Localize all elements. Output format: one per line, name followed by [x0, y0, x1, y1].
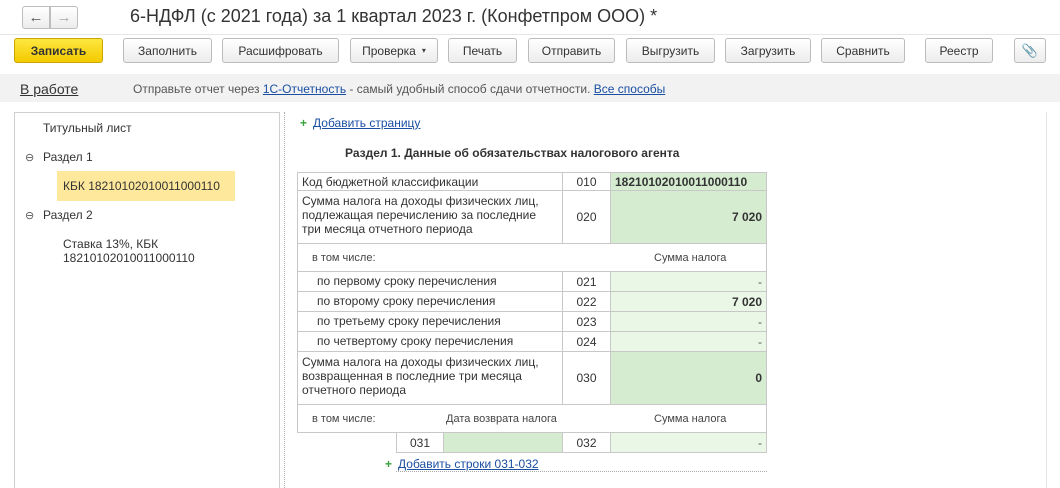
- add-rows-031-032-link[interactable]: Добавить строки 031-032: [398, 457, 539, 471]
- row-code-031: 031: [396, 433, 444, 452]
- row-code: 024: [563, 332, 611, 351]
- row-code: 020: [563, 191, 611, 243]
- term1-field[interactable]: -: [611, 272, 767, 291]
- section-title: Раздел 1. Данные об обязательствах налог…: [345, 146, 680, 160]
- plus-icon: +: [385, 457, 393, 471]
- including-label: в том числе:: [312, 252, 376, 264]
- row-label: по первому сроку перечисления: [297, 272, 563, 291]
- fill-button[interactable]: Заполнить: [123, 38, 212, 63]
- divider: [0, 34, 1060, 35]
- including-header-cell-2: в том числе: Дата возврата налога Сумма …: [297, 405, 767, 432]
- add-page-link[interactable]: Добавить страницу: [313, 116, 420, 130]
- form-row-010: Код бюджетной классификации 010 18210102…: [297, 172, 767, 191]
- compare-button[interactable]: Сравнить: [821, 38, 905, 63]
- title-bar: ← → 6-НДФЛ (с 2021 года) за 1 квартал 20…: [0, 0, 1060, 34]
- registry-button[interactable]: Реестр: [925, 38, 993, 63]
- decode-button[interactable]: Расшифровать: [222, 38, 339, 63]
- forward-arrow-icon[interactable]: →: [50, 6, 78, 29]
- collapse-icon[interactable]: ⊖: [25, 151, 34, 164]
- send-button[interactable]: Отправить: [528, 38, 615, 63]
- row-label: Код бюджетной классификации: [297, 173, 563, 190]
- including-header-cell: в том числе: Сумма налога: [297, 244, 767, 271]
- page-title: 6-НДФЛ (с 2021 года) за 1 квартал 2023 г…: [130, 6, 658, 26]
- status-bar: В работе Отправьте отчет через 1С-Отчетн…: [0, 74, 1060, 102]
- row-code-032: 032: [563, 433, 611, 452]
- status-info: Отправьте отчет через 1С-Отчетность - са…: [133, 82, 665, 96]
- tree-item-section1-kbk-selected[interactable]: КБК 18210102010011000110: [57, 171, 235, 201]
- return-date-field[interactable]: [444, 433, 563, 452]
- collapse-icon[interactable]: ⊖: [25, 209, 34, 222]
- scrollbar-track[interactable]: [1046, 112, 1047, 488]
- row-code: 030: [563, 352, 611, 404]
- back-arrow-icon[interactable]: ←: [22, 6, 50, 29]
- form-row-020: Сумма налога на доходы физических лиц, п…: [297, 191, 767, 244]
- tax-returned-field[interactable]: 0: [611, 352, 767, 404]
- form-row-022: по второму сроку перечисления 022 7 020: [297, 292, 767, 312]
- form-row-021: по первому сроку перечисления 021 -: [297, 272, 767, 292]
- block-divider: [396, 471, 767, 472]
- row-label: по второму сроку перечисления: [297, 292, 563, 311]
- sections-tree: Титульный лист ⊖ Раздел 1 КБК 1821010201…: [14, 112, 280, 488]
- including-header-row: в том числе: Сумма налога: [297, 244, 767, 272]
- including-label-2: в том числе:: [312, 413, 376, 425]
- panel-splitter[interactable]: [284, 112, 287, 488]
- tree-item-section2[interactable]: Раздел 2: [43, 208, 307, 222]
- print-button[interactable]: Печать: [448, 38, 517, 63]
- row-label: Сумма налога на доходы физических лиц, п…: [297, 191, 563, 243]
- add-rows-link-group: + Добавить строки 031-032: [385, 457, 539, 471]
- status-info-middle: - самый удобный способ сдачи отчетности.: [346, 82, 594, 96]
- form-row-030: Сумма налога на доходы физических лиц, в…: [297, 352, 767, 405]
- toolbar: Записать Заполнить Расшифровать Проверка…: [0, 38, 1060, 64]
- export-button[interactable]: Выгрузить: [626, 38, 715, 63]
- add-page-link-group: + Добавить страницу: [300, 116, 420, 130]
- tree-item-section2-rate[interactable]: Ставка 13%, КБК 18210102010011000110: [63, 237, 263, 265]
- status-state-link[interactable]: В работе: [20, 81, 78, 97]
- attach-paperclip-icon[interactable]: 📎: [1014, 38, 1046, 63]
- tax-due-field[interactable]: 7 020: [611, 191, 767, 243]
- form-row-023: по третьему сроку перечисления 023 -: [297, 312, 767, 332]
- check-button-label: Проверка: [362, 43, 416, 58]
- form-row-024: по четвертому сроку перечисления 024 -: [297, 332, 767, 352]
- term4-field[interactable]: -: [611, 332, 767, 351]
- tree-item-title-page[interactable]: Титульный лист: [43, 121, 307, 135]
- status-info-prefix: Отправьте отчет через: [133, 82, 263, 96]
- row-code: 023: [563, 312, 611, 331]
- row-code: 022: [563, 292, 611, 311]
- chevron-down-icon: ▾: [421, 46, 426, 55]
- all-methods-link[interactable]: Все способы: [594, 82, 666, 96]
- term2-field[interactable]: 7 020: [611, 292, 767, 311]
- tree-item-section1[interactable]: Раздел 1: [43, 150, 307, 164]
- import-button[interactable]: Загрузить: [725, 38, 811, 63]
- row-label: Сумма налога на доходы физических лиц, в…: [297, 352, 563, 404]
- row-code: 021: [563, 272, 611, 291]
- save-button[interactable]: Записать: [14, 38, 103, 63]
- kbk-field[interactable]: 18210102010011000110: [611, 173, 767, 190]
- returned-sum-field[interactable]: -: [611, 433, 767, 452]
- plus-icon: +: [300, 116, 308, 130]
- form-row-031-032: 031 032 -: [396, 433, 767, 453]
- row-code: 010: [563, 173, 611, 190]
- return-date-header: Дата возврата налога: [446, 413, 557, 425]
- tree-item-section1-kbk-label: КБК 18210102010011000110: [63, 179, 220, 193]
- check-dropdown-button[interactable]: Проверка ▾: [350, 38, 438, 63]
- term3-field[interactable]: -: [611, 312, 767, 331]
- including-header-row-2: в том числе: Дата возврата налога Сумма …: [297, 405, 767, 433]
- tax-sum-header-2: Сумма налога: [654, 413, 727, 425]
- reporting-service-link[interactable]: 1С-Отчетность: [263, 82, 346, 96]
- row-label: по четвертому сроку перечисления: [297, 332, 563, 351]
- tree-item-section2-rate-line2: 18210102010011000110: [63, 251, 195, 265]
- row-label: по третьему сроку перечисления: [297, 312, 563, 331]
- tree-item-section2-rate-line1: Ставка 13%, КБК: [63, 237, 159, 251]
- tax-sum-header: Сумма налога: [654, 252, 727, 264]
